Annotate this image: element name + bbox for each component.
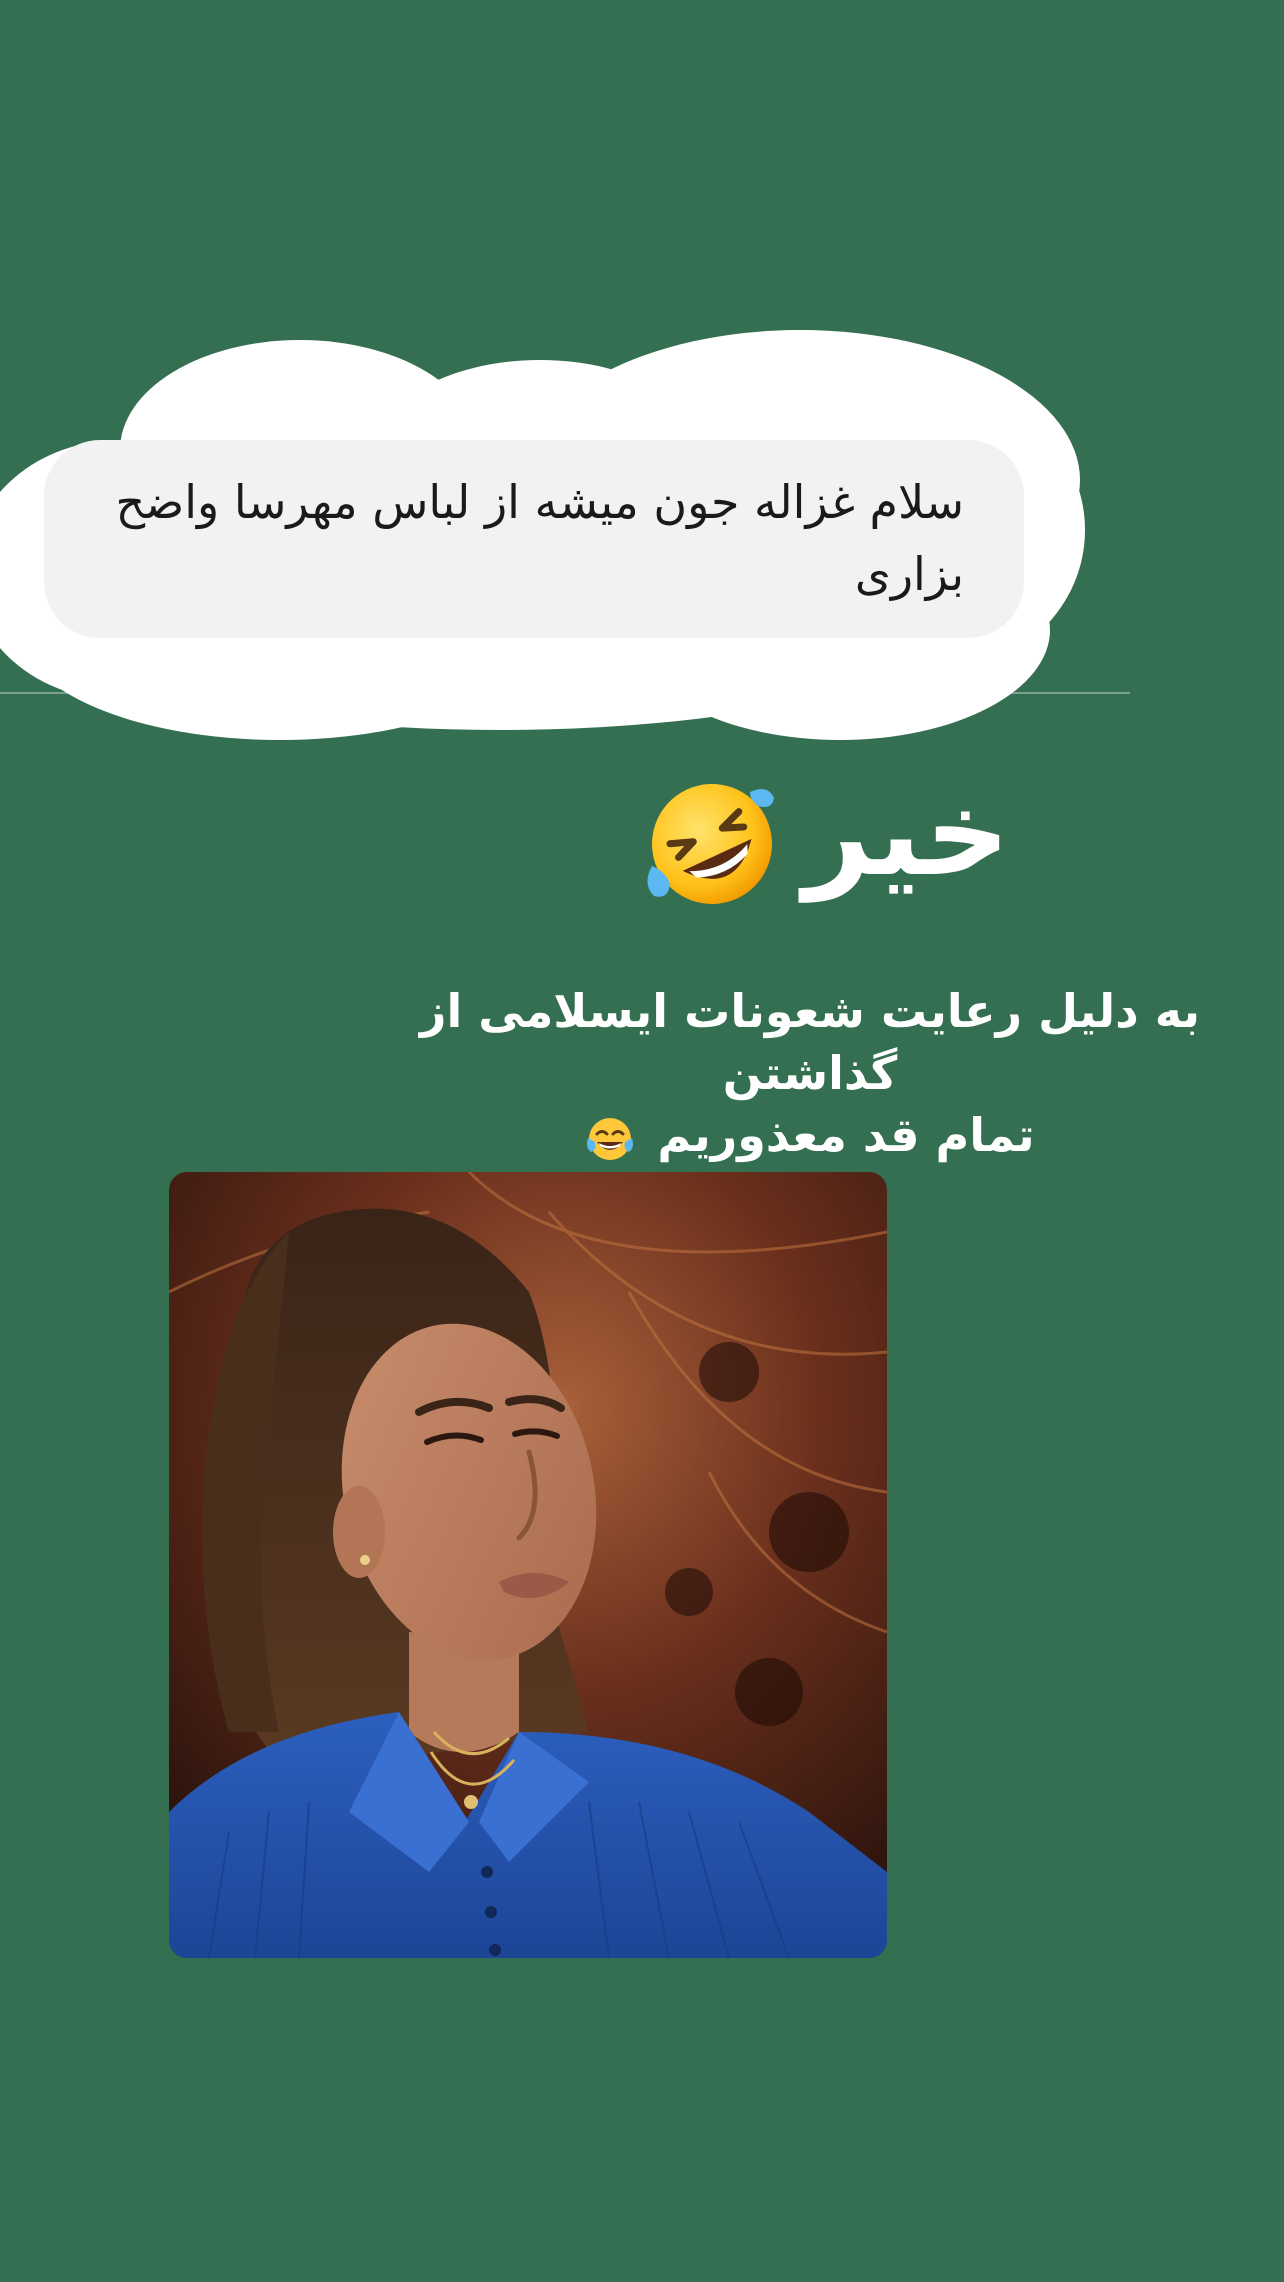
reaction-photo-illustration [169, 1172, 887, 1958]
question-bubble: سلام غزاله جون میشه از لباس مهرسا واضح ب… [44, 440, 1024, 638]
reaction-photo [169, 1172, 887, 1958]
answer-word: خیر [803, 764, 1010, 902]
answer-row: خیر [640, 764, 1020, 918]
rolling-laughing-emoji-icon [647, 784, 774, 904]
tears-of-joy-emoji-icon [587, 1117, 634, 1160]
caption-line-1: به دلیل رعایت شعونات ایسلامی از گذاشتن [420, 984, 1200, 1100]
caption-line-2-wrap: تمام قد معذوریم [585, 1104, 1035, 1166]
question-text: سلام غزاله جون میشه از لباس مهرسا واضح ب… [115, 475, 964, 601]
caption-line-2: تمام قد معذوریم [657, 1108, 1035, 1162]
divider-line [0, 692, 1130, 694]
caption: به دلیل رعایت شعونات ایسلامی از گذاشتن ت… [360, 980, 1260, 1166]
